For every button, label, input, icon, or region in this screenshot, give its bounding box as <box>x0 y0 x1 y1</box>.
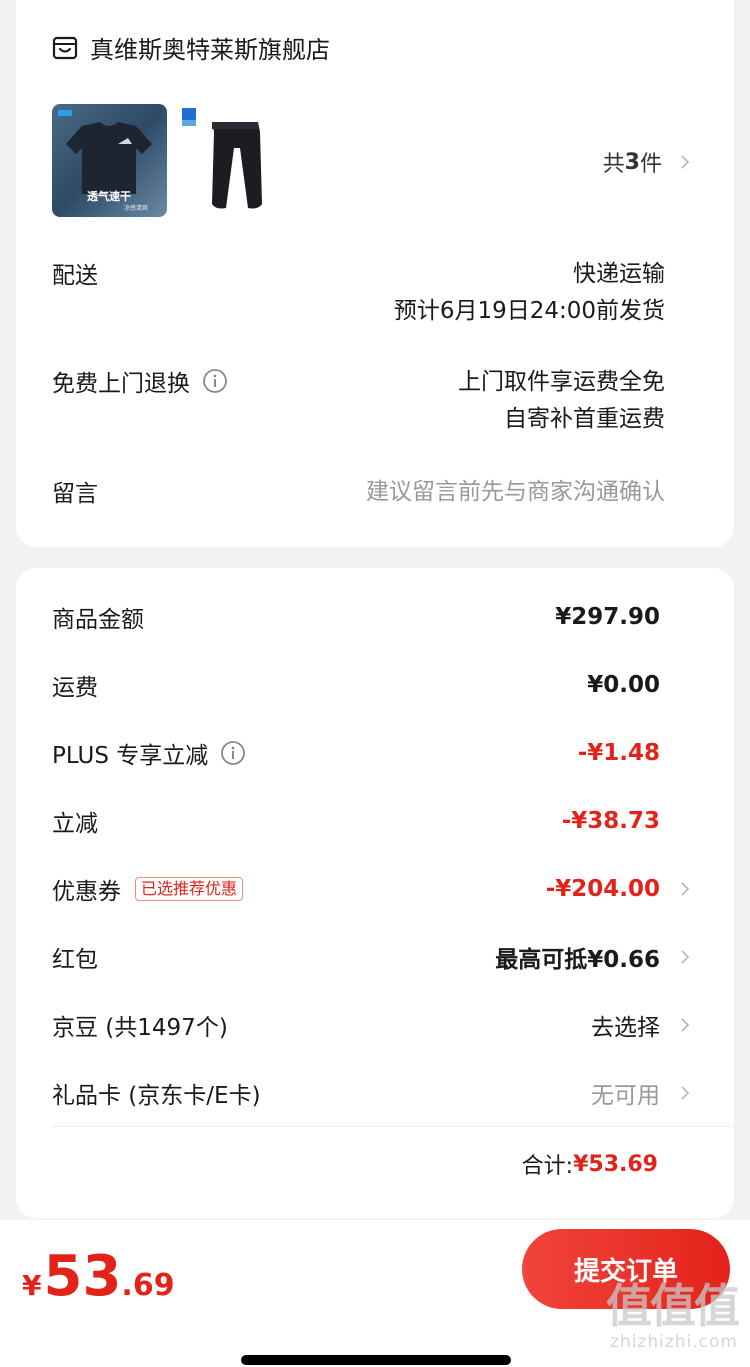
price-card: 商品金额 ¥297.90 运费 ¥0.00 PLUS 专享立减 -¥1.48 立… <box>16 568 734 1218</box>
message-label: 留言 <box>52 474 98 508</box>
store-name: 真维斯奥特莱斯旗舰店 <box>90 36 330 64</box>
chevron-right-icon <box>681 1018 690 1032</box>
instant-discount-label: 立减 <box>52 811 98 837</box>
tshirt-image: 透气速干 凉感清爽 <box>52 104 167 217</box>
return-label: 免费上门退换 <box>52 364 228 398</box>
pants-image <box>178 104 293 217</box>
return-value[interactable]: 上门取件享运费全免 自寄补首重运费 <box>458 364 665 438</box>
pay-integer: 53 <box>43 1244 122 1309</box>
redpacket-label[interactable]: 红包 <box>52 940 98 974</box>
product-thumbnail-tshirt[interactable]: 透气速干 凉感清爽 <box>52 104 167 217</box>
coupon-value[interactable]: -¥204.00 <box>546 872 660 906</box>
giftcard-label[interactable]: 礼品卡 (京东卡/E卡) <box>52 1076 261 1110</box>
plus-discount-label: PLUS 专享立减 <box>52 736 246 770</box>
plus-discount-value: -¥1.48 <box>577 740 660 766</box>
redpacket-value[interactable]: 最高可抵¥0.66 <box>495 940 660 974</box>
shop-card: 真维斯奥特莱斯旗舰店 透气速干 凉感清爽 共 3 件 配送 快递运输 预计6月1… <box>16 0 734 547</box>
delivery-value[interactable]: 快递运输 预计6月19日24:00前发货 <box>394 256 665 330</box>
shipping-label: 运费 <box>52 675 98 701</box>
chevron-right-icon <box>681 1086 690 1100</box>
shipping-value: ¥0.00 <box>587 672 660 698</box>
message-input[interactable]: 建议留言前先与商家沟通确认 <box>366 474 665 511</box>
message-label-text: 留言 <box>52 481 98 507</box>
instant-discount-value: -¥38.73 <box>561 808 660 834</box>
total-label: 合计: <box>521 1154 574 1179</box>
item-count-prefix: 共 <box>602 152 625 177</box>
delivery-eta: 预计6月19日24:00前发货 <box>393 298 665 324</box>
delivery-label-text: 配送 <box>52 263 98 289</box>
return-label-text: 免费上门退换 <box>52 371 190 397</box>
goods-amount-value: ¥297.90 <box>555 604 660 630</box>
store-header[interactable]: 真维斯奥特莱斯旗舰店 <box>52 30 330 65</box>
total-row: 合计: ¥53.69 <box>522 1148 658 1180</box>
home-indicator[interactable] <box>241 1355 511 1365</box>
giftcard-value[interactable]: 无可用 <box>591 1076 660 1110</box>
giftcard-chevron[interactable] <box>676 1076 694 1110</box>
watermark-logo: 值值值 <box>606 1279 740 1333</box>
watermark: 值值值 zhizhizhi.com <box>606 1279 740 1352</box>
divider <box>52 1126 734 1127</box>
pay-currency: ¥ <box>22 1269 42 1302</box>
return-line2: 自寄补首重运费 <box>504 406 665 432</box>
return-line1: 上门取件享运费全免 <box>458 369 665 395</box>
chevron-right-icon <box>681 950 690 964</box>
plus-discount-text: PLUS 专享立减 <box>52 743 209 769</box>
coupon-row[interactable]: 优惠券 已选推荐优惠 <box>52 872 244 906</box>
chevron-right-icon <box>681 155 690 169</box>
item-count-link[interactable]: 共3件 <box>603 146 694 178</box>
pay-decimal: .69 <box>121 1268 175 1303</box>
checkout-bar: ¥53.69 提交订单 值值值 zhizhizhi.com <box>0 1220 750 1367</box>
store-icon <box>52 36 78 59</box>
jingdou-chevron[interactable] <box>676 1008 694 1042</box>
item-count-suffix: 件 <box>639 152 662 177</box>
thumb-subslogan: 凉感清爽 <box>124 204 148 212</box>
info-icon[interactable] <box>220 740 246 766</box>
coupon-label: 优惠券 <box>52 879 121 905</box>
chevron-right-icon <box>681 882 690 896</box>
pay-amount: ¥53.69 <box>22 1244 175 1309</box>
product-thumbnail-pants[interactable] <box>178 104 293 217</box>
jingdou-value[interactable]: 去选择 <box>591 1008 660 1042</box>
info-icon[interactable] <box>202 368 228 394</box>
delivery-method: 快递运输 <box>573 261 665 287</box>
watermark-url: zhizhizhi.com <box>610 1332 738 1352</box>
goods-amount-label: 商品金额 <box>52 607 144 633</box>
delivery-label: 配送 <box>52 256 98 290</box>
total-value: ¥53.69 <box>573 1151 658 1177</box>
redpacket-chevron[interactable] <box>676 940 694 974</box>
message-placeholder: 建议留言前先与商家沟通确认 <box>366 479 665 505</box>
jingdou-label[interactable]: 京豆 (共1497个) <box>52 1008 228 1042</box>
coupon-recommend-tag: 已选推荐优惠 <box>135 877 244 901</box>
item-count: 3 <box>624 149 640 175</box>
thumb-slogan: 透气速干 <box>87 189 131 203</box>
coupon-chevron[interactable] <box>676 872 694 906</box>
